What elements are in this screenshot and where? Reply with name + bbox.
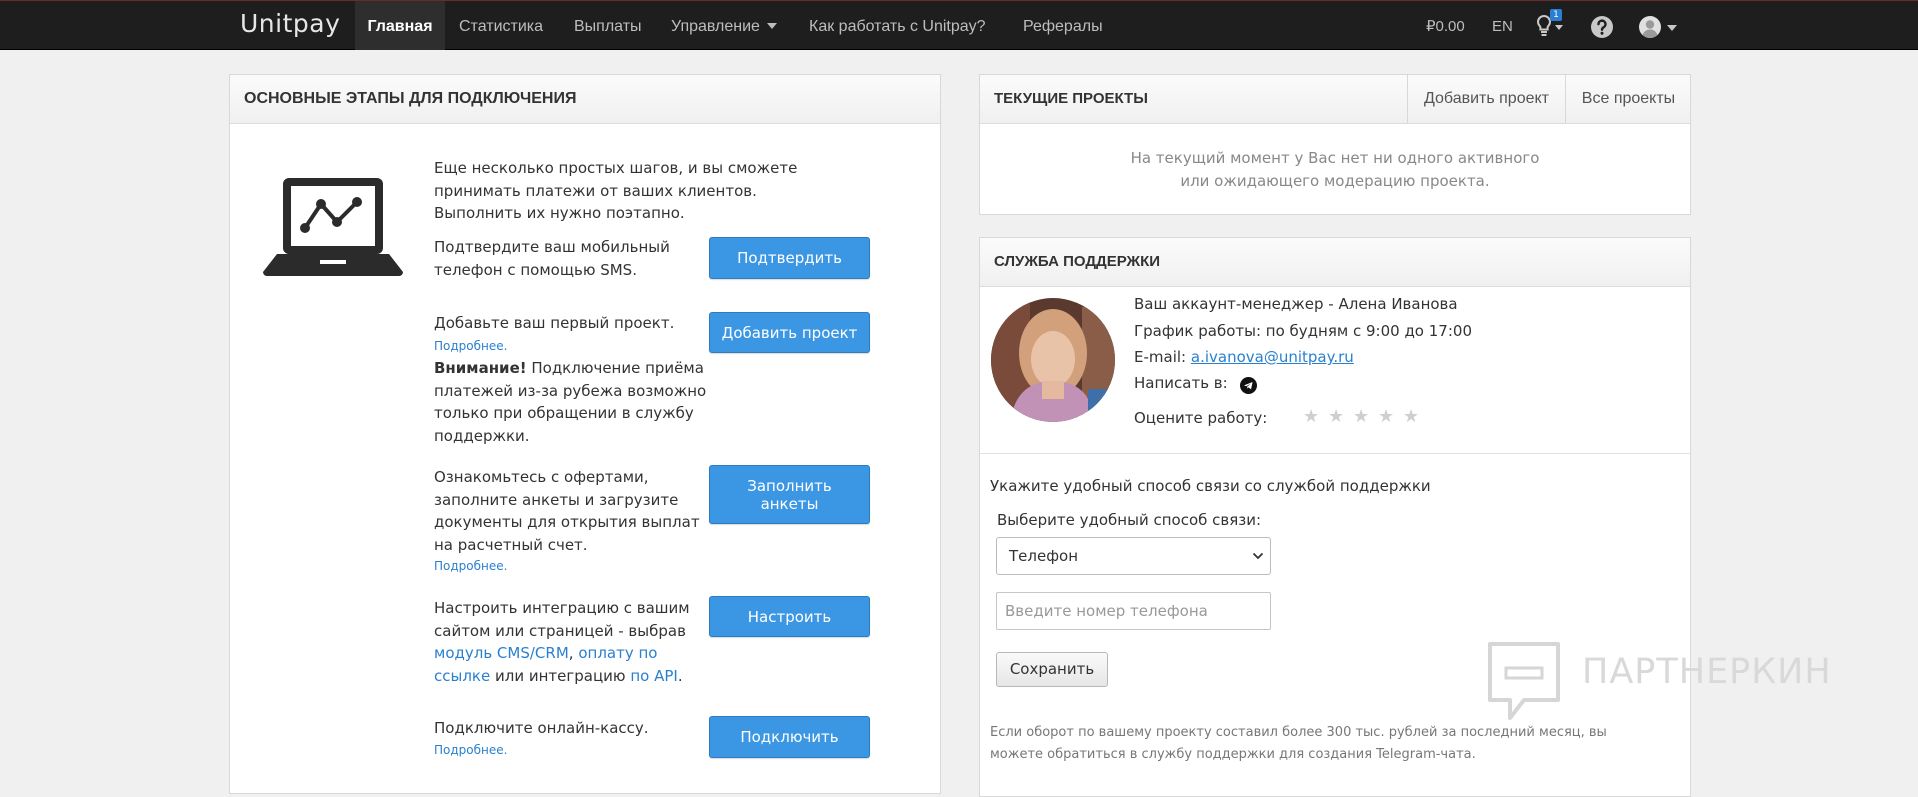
step3-more-link[interactable]: Подробнее. xyxy=(434,559,507,573)
rating-star-4-icon[interactable]: ★ xyxy=(1378,406,1394,427)
projects-title: ТЕКУЩИЕ ПРОЕКТЫ xyxy=(994,90,1148,107)
nav-home[interactable]: Главная xyxy=(355,1,445,50)
step2-warning: Внимание! Подключение приёма платежей из… xyxy=(434,357,709,447)
contact-method-heading: Укажите удобный способ связи со службой … xyxy=(990,477,1431,495)
question-circle-icon xyxy=(1591,16,1613,38)
support-divider xyxy=(980,453,1690,454)
step2-more-link[interactable]: Подробнее. xyxy=(434,339,507,353)
balance-link[interactable]: ₽0.00 xyxy=(1426,1,1465,50)
save-contact-button[interactable]: Сохранить xyxy=(996,652,1108,687)
nav-management-label: Управление xyxy=(671,18,760,35)
rating-star-2-icon[interactable]: ★ xyxy=(1328,406,1344,427)
current-projects-panel: ТЕКУЩИЕ ПРОЕКТЫ Добавить проект Все прое… xyxy=(979,74,1691,215)
configure-integration-button-label: Настроить xyxy=(747,607,832,626)
connect-cash-register-button-label: Подключить xyxy=(740,728,839,746)
partnerkin-watermark: ПАРТНЕРКИН xyxy=(1582,652,1832,692)
unitpay-logo[interactable]: Unitpay xyxy=(240,9,340,38)
support-header: СЛУЖБА ПОДДЕРЖКИ xyxy=(980,238,1690,287)
save-contact-button-label: Сохранить xyxy=(1009,660,1095,678)
rating-star-1-icon[interactable]: ★ xyxy=(1303,406,1319,427)
current-projects-header: ТЕКУЩИЕ ПРОЕКТЫ Добавить проект Все прое… xyxy=(980,75,1690,124)
support-title: СЛУЖБА ПОДДЕРЖКИ xyxy=(994,253,1161,270)
nav-statistics[interactable]: Статистика xyxy=(459,1,543,50)
step2-warning-label: Внимание! xyxy=(434,359,527,377)
step4-text-a: Настроить интеграцию с вашим сайтом или … xyxy=(434,599,690,640)
manager-email-row: E-mail: a.ivanova@unitpay.ru xyxy=(1134,348,1354,366)
step5-text: Подключите онлайн-кассу. xyxy=(434,719,649,737)
write-to-label: Написать в: xyxy=(1134,374,1228,392)
step3-text: Ознакомьтесь с офертами, заполните анкет… xyxy=(434,468,700,554)
api-link[interactable]: по API xyxy=(630,667,677,685)
rating-star-5-icon[interactable]: ★ xyxy=(1403,406,1419,427)
nav-referrals[interactable]: Рефералы xyxy=(1023,1,1103,50)
configure-integration-button[interactable]: Настроить xyxy=(709,596,870,637)
step2-text: Добавьте ваш первый проект. xyxy=(434,314,675,332)
email-label: E-mail: xyxy=(1134,348,1187,366)
no-projects-line1: На текущий момент у Вас нет ни одного ак… xyxy=(1130,149,1540,167)
contact-select-label: Выберите удобный способ связи: xyxy=(997,511,1262,529)
manager-avatar xyxy=(991,298,1115,422)
connection-steps-header: ОСНОВНЫЕ ЭТАПЫ ДЛЯ ПОДКЛЮЧЕНИЯ xyxy=(230,75,940,124)
no-projects-line2: или ожидающего модерацию проекта. xyxy=(1180,172,1490,190)
step4-end: . xyxy=(677,666,683,685)
connect-cash-register-button[interactable]: Подключить xyxy=(709,716,870,758)
nav-management[interactable]: Управление xyxy=(671,1,777,50)
add-project-button[interactable]: Добавить проект xyxy=(709,312,870,353)
cms-module-link[interactable]: модуль CMS/CRM xyxy=(434,644,569,662)
fill-forms-button-label: Заполнить анкеты xyxy=(747,476,832,513)
help-button[interactable] xyxy=(1590,15,1614,39)
fill-forms-button[interactable]: Заполнить анкеты xyxy=(709,465,870,524)
telegram-chat-note: Если оборот по вашему проекту составил б… xyxy=(990,725,1607,762)
chevron-down-icon xyxy=(1252,552,1264,560)
step4-separator: , xyxy=(568,644,574,662)
user-avatar-icon xyxy=(1639,16,1677,38)
chevron-down-icon xyxy=(766,23,777,29)
confirm-phone-button[interactable]: Подтвердить xyxy=(709,237,870,279)
rate-work-label: Оцените работу: xyxy=(1134,409,1268,427)
user-menu-button[interactable] xyxy=(1638,15,1682,39)
account-manager-text: Ваш аккаунт-менеджер - Алена Иванова xyxy=(1134,295,1458,313)
panel-title: ОСНОВНЫЕ ЭТАПЫ ДЛЯ ПОДКЛЮЧЕНИЯ xyxy=(244,90,577,107)
language-switch[interactable]: EN xyxy=(1492,1,1513,50)
telegram-icon[interactable] xyxy=(1240,377,1257,394)
all-projects-button[interactable]: Все проекты xyxy=(1565,75,1691,123)
top-navbar: Unitpay Главная Статистика Выплаты Управ… xyxy=(0,0,1918,50)
work-schedule-text: График работы: по будням с 9:00 до 17:00 xyxy=(1134,322,1472,340)
steps-intro-text: Еще несколько простых шагов, и вы сможет… xyxy=(434,159,798,222)
nav-how-it-works[interactable]: Как работать с Unitpay? xyxy=(809,1,986,50)
step4-text-b: или интеграцию xyxy=(495,666,626,685)
partnerkin-watermark-icon xyxy=(1488,642,1560,720)
contact-method-selected: Телефон xyxy=(1009,547,1079,565)
notification-count-badge: 1 xyxy=(1550,9,1562,21)
rating-star-3-icon[interactable]: ★ xyxy=(1353,406,1369,427)
add-project-button-label: Добавить проект xyxy=(721,323,858,342)
nav-payouts[interactable]: Выплаты xyxy=(574,1,642,50)
step5-more-link[interactable]: Подробнее. xyxy=(434,743,507,757)
phone-input[interactable] xyxy=(996,592,1271,630)
contact-method-select[interactable]: Телефон xyxy=(996,537,1271,575)
header-add-project-button[interactable]: Добавить проект xyxy=(1407,75,1565,123)
confirm-phone-button-label: Подтвердить xyxy=(737,249,842,267)
step1-text: Подтвердите ваш мобильный телефон с помо… xyxy=(434,238,670,279)
laptop-chart-icon xyxy=(263,178,403,276)
step4-text: Настроить интеграцию с вашим сайтом или … xyxy=(434,597,698,687)
manager-email-link[interactable]: a.ivanova@unitpay.ru xyxy=(1191,348,1354,366)
